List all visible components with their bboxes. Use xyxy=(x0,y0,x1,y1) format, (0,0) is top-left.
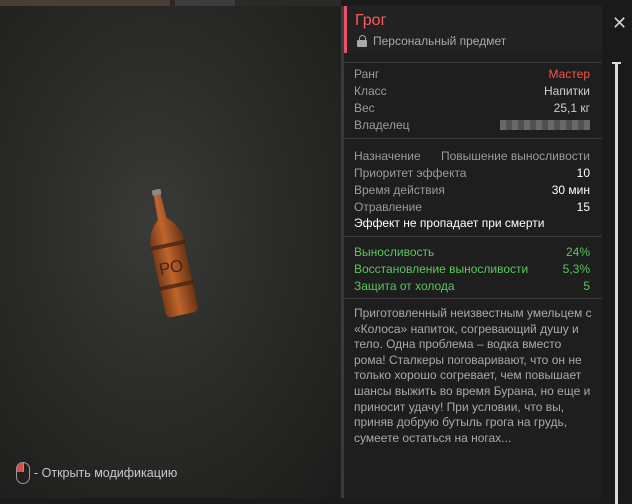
grog-bottle-image: РО xyxy=(150,188,198,318)
stat-row-purpose: Назначение Повышение выносливости xyxy=(354,148,590,163)
mouse-left-click-icon xyxy=(16,462,30,484)
rank-value: Мастер xyxy=(548,66,590,81)
stat-row-priority: Приоритет эффекта 10 xyxy=(354,165,590,180)
personal-item-label: Персональный предмет xyxy=(357,34,506,48)
bonus-effects: Выносливость 24% Восстановление вынослив… xyxy=(344,236,602,294)
stat-row-owner: Владелец xyxy=(344,116,602,133)
close-icon[interactable]: ✕ xyxy=(612,14,627,32)
stat-row-poison: Отравление 15 xyxy=(354,199,590,214)
lock-icon xyxy=(357,35,367,47)
stat-row-duration: Время действия 30 мин xyxy=(354,182,590,197)
stat-row-class: Класс Напитки xyxy=(354,83,590,98)
death-persist-note: Эффект не пропадает при смерти xyxy=(354,216,545,230)
item-preview[interactable]: РО - Открыть модификацию xyxy=(0,0,341,498)
open-modification-hint[interactable]: - Открыть модификацию xyxy=(16,462,177,484)
top-strip xyxy=(0,0,341,6)
stat-row-rank: Ранг Мастер xyxy=(354,66,590,81)
basic-stats: Ранг Мастер Класс Напитки Вес 25,1 кг Вл… xyxy=(344,62,602,133)
scrollbar[interactable] xyxy=(602,6,632,504)
effect-row-cold-protection: Защита от холода 5 xyxy=(354,278,590,293)
item-info-panel: Грог Персональный предмет Ранг Мастер Кл… xyxy=(344,6,602,498)
effect-row-stamina: Выносливость 24% xyxy=(354,244,590,259)
owner-value-redacted xyxy=(500,119,590,130)
item-description: Приготовленный неизвестным умельцем с «К… xyxy=(354,306,592,445)
stat-row-weight: Вес 25,1 кг xyxy=(354,100,590,115)
effect-stats: Назначение Повышение выносливости Приори… xyxy=(344,138,602,232)
hint-text: - Открыть модификацию xyxy=(34,466,178,480)
item-title: Грог xyxy=(355,12,387,29)
effect-row-stamina-regen: Восстановление выносливости 5,3% xyxy=(354,261,590,276)
description-divider xyxy=(344,298,602,299)
item-header: Грог Персональный предмет xyxy=(344,6,602,53)
scrollbar-thumb[interactable] xyxy=(615,64,618,504)
